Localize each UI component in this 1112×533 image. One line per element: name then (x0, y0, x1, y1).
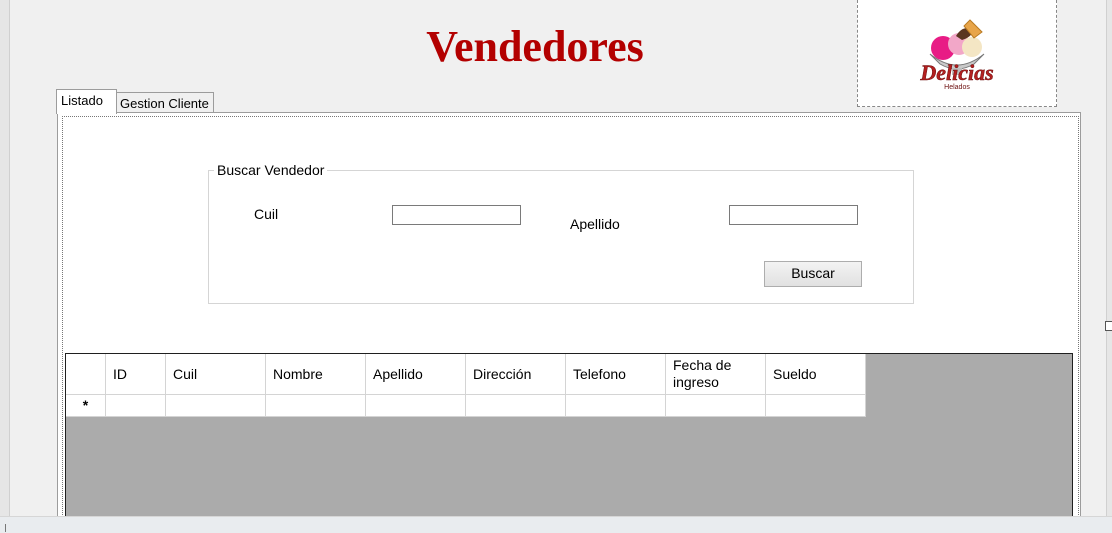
grid-cell-fecha-ingreso[interactable] (666, 395, 766, 417)
tab-panel-listado: Buscar Vendedor Cuil Apellido Buscar ID … (57, 112, 1081, 527)
vendedores-grid[interactable]: ID Cuil Nombre Apellido Dirección Telefo… (65, 353, 1073, 524)
grid-corner-cell[interactable] (66, 354, 106, 395)
logo-box: Delicias Helados (857, 0, 1057, 107)
grid-cell-id[interactable] (106, 395, 166, 417)
new-row-marker[interactable]: * (66, 395, 106, 417)
window-left-edge (0, 0, 10, 516)
splitter-handle[interactable] (1105, 321, 1112, 331)
column-header-cuil[interactable]: Cuil (166, 354, 266, 395)
column-header-sueldo[interactable]: Sueldo (766, 354, 866, 395)
search-groupbox-title: Buscar Vendedor (214, 162, 328, 178)
logo-tagline-text: Helados (944, 84, 970, 91)
grid-cell-apellido[interactable] (366, 395, 466, 417)
tab-listado-label: Listado (61, 93, 103, 108)
grid-cell-nombre[interactable] (266, 395, 366, 417)
buscar-button[interactable]: Buscar (764, 261, 862, 287)
column-header-apellido[interactable]: Apellido (366, 354, 466, 395)
search-groupbox: Buscar Vendedor Cuil Apellido Buscar (208, 162, 914, 304)
column-header-id[interactable]: ID (106, 354, 166, 395)
tab-gestion-cliente-label: Gestion Cliente (120, 96, 209, 111)
column-header-nombre[interactable]: Nombre (266, 354, 366, 395)
page-title: Vendedores (426, 22, 644, 71)
apellido-input[interactable] (729, 205, 858, 225)
tab-listado[interactable]: Listado (56, 89, 117, 114)
status-strip (0, 516, 1112, 533)
window-right-edge (1106, 0, 1112, 516)
column-header-telefono[interactable]: Telefono (566, 354, 666, 395)
grid-cell-direccion[interactable] (466, 395, 566, 417)
column-header-fecha-ingreso[interactable]: Fecha de ingreso (666, 354, 766, 395)
tab-gestion-cliente[interactable]: Gestion Cliente (115, 92, 214, 114)
grid-cell-telefono[interactable] (566, 395, 666, 417)
logo-brand-text: Delicias (919, 60, 993, 85)
ice-cream-logo: Delicias Helados (919, 19, 994, 91)
grid-cell-sueldo[interactable] (766, 395, 866, 417)
grid-header-row: ID Cuil Nombre Apellido Dirección Telefo… (66, 354, 866, 395)
grid-cell-cuil[interactable] (166, 395, 266, 417)
cuil-input[interactable] (392, 205, 521, 225)
apellido-label: Apellido (570, 216, 620, 232)
grid-new-row[interactable]: * (66, 395, 866, 417)
column-header-direccion[interactable]: Dirección (466, 354, 566, 395)
status-strip-tick (5, 524, 6, 532)
cuil-label: Cuil (254, 206, 279, 222)
